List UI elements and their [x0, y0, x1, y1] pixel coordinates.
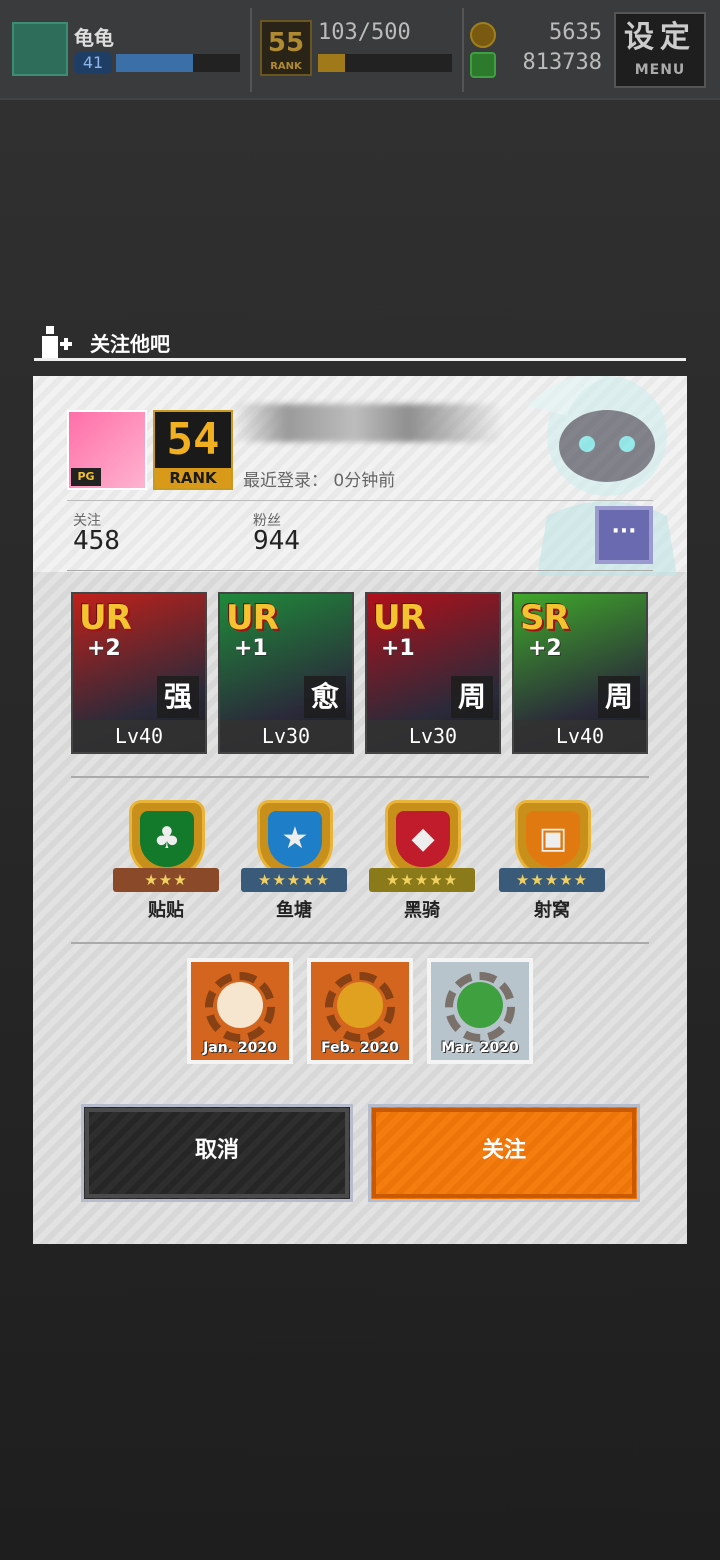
badge-date: Mar. 2020 — [441, 1040, 519, 1056]
followers-count: 944 — [253, 526, 300, 556]
user-name-redacted — [233, 404, 503, 442]
club-emblem-icon: ♣ — [140, 811, 194, 867]
club-stars: ★★★★★ — [385, 871, 459, 889]
dialog-title: 关注他吧 — [90, 332, 170, 356]
badge-emblem — [217, 982, 263, 1028]
card-level: Lv30 — [367, 720, 499, 752]
user-rank-badge: 54 RANK — [153, 410, 233, 490]
character-card[interactable]: SR +2 周 Lv40 — [512, 592, 648, 754]
card-level: Lv40 — [73, 720, 205, 752]
club-emblem-icon: ◆ — [396, 811, 450, 867]
club-shield: ▣ — [515, 800, 591, 878]
card-level: Lv40 — [514, 720, 646, 752]
exp-bar-fill — [116, 54, 193, 72]
rank-badge: 55 RANK — [260, 20, 312, 76]
top-status-bar: 龟龟 41 55 RANK 103/500 5635 813738 设定 MENU — [0, 0, 720, 100]
card-plus: +2 — [528, 636, 562, 661]
dialog-header: 关注他吧 — [34, 318, 686, 362]
divider — [71, 776, 649, 778]
card-rarity: UR — [79, 598, 132, 638]
gem-count: 813738 — [522, 50, 602, 75]
badge-date: Feb. 2020 — [321, 1040, 399, 1056]
stamina-text: 103/500 — [318, 20, 411, 45]
menu-button[interactable]: 设定 MENU — [614, 12, 706, 88]
card-attribute: 愈 — [304, 676, 346, 718]
card-rarity: UR — [373, 598, 426, 638]
club-badge[interactable]: ▣ ★★★★★ 射窝 — [497, 796, 607, 926]
club-name: 射窝 — [534, 900, 570, 921]
character-card[interactable]: UR +2 强 Lv40 — [71, 592, 207, 754]
header-underline — [34, 358, 686, 361]
badge-date: Jan. 2020 — [203, 1040, 277, 1056]
club-shield: ★ — [257, 800, 333, 878]
cancel-button[interactable]: 取消 — [81, 1104, 353, 1202]
card-attribute: 周 — [451, 676, 493, 718]
club-stars: ★★★ — [144, 871, 188, 889]
club-emblem-glyph: ★ — [281, 821, 309, 856]
card-rarity: UR — [226, 598, 279, 638]
coin-icon — [470, 22, 496, 48]
gem-icon — [470, 52, 496, 78]
club-badge[interactable]: ◆ ★★★★★ 黑骑 — [367, 796, 477, 926]
monthly-badge[interactable]: Jan. 2020 — [187, 958, 293, 1064]
club-shield: ♣ — [129, 800, 205, 878]
profile-section: PG 54 RANK 最近登录： 0分钟前 关注 458 粉丝 944 ··· — [33, 376, 687, 576]
follow-button[interactable]: 关注 — [368, 1104, 640, 1202]
card-plus: +1 — [234, 636, 268, 661]
divider — [67, 500, 653, 501]
stamina-bar-fill — [318, 54, 345, 72]
player-level: 41 — [74, 52, 112, 74]
club-emblem-glyph: ◆ — [411, 821, 435, 856]
club-emblem-icon: ★ — [268, 811, 322, 867]
card-attribute: 周 — [598, 676, 640, 718]
club-badge[interactable]: ★ ★★★★★ 鱼塘 — [239, 796, 349, 926]
card-attribute: 强 — [157, 676, 199, 718]
card-plus: +2 — [87, 636, 121, 661]
character-card[interactable]: UR +1 周 Lv30 — [365, 592, 501, 754]
badge-emblem — [337, 982, 383, 1028]
divider — [462, 8, 464, 92]
divider — [67, 570, 653, 571]
user-rank-number: 54 — [166, 414, 220, 465]
player-avatar[interactable] — [12, 22, 68, 76]
club-shield: ◆ — [385, 800, 461, 878]
divider — [250, 8, 252, 92]
last-login-text: 最近登录： 0分钟前 — [243, 471, 396, 491]
character-card[interactable]: UR +1 愈 Lv30 — [218, 592, 354, 754]
club-emblem-icon: ▣ — [526, 811, 580, 867]
club-name: 贴贴 — [148, 900, 184, 921]
card-level: Lv30 — [220, 720, 352, 752]
badge-emblem — [457, 982, 503, 1028]
rank-number: 55 — [267, 28, 305, 58]
divider — [71, 942, 649, 944]
club-name: 黑骑 — [404, 900, 440, 921]
monthly-badge[interactable]: Feb. 2020 — [307, 958, 413, 1064]
pg-badge: PG — [71, 468, 101, 486]
exp-bar — [116, 54, 240, 72]
add-person-icon — [42, 326, 72, 358]
menu-label-cn: 设定 — [624, 20, 696, 55]
club-emblem-glyph: ♣ — [153, 821, 181, 856]
player-name: 龟龟 — [74, 26, 114, 50]
club-badge[interactable]: ♣ ★★★ 贴贴 — [111, 796, 221, 926]
card-rarity: SR — [520, 598, 570, 638]
more-options-button[interactable]: ··· — [595, 506, 653, 564]
follow-dialog: PG 54 RANK 最近登录： 0分钟前 关注 458 粉丝 944 ··· … — [33, 376, 687, 1244]
club-stars: ★★★★★ — [515, 871, 589, 889]
club-stars: ★★★★★ — [257, 871, 331, 889]
user-avatar: PG — [67, 410, 147, 490]
stamina-bar — [318, 54, 452, 72]
monthly-badge[interactable]: Mar. 2020 — [427, 958, 533, 1064]
user-rank-label: RANK — [155, 468, 231, 488]
coin-count: 5635 — [549, 20, 602, 45]
club-emblem-glyph: ▣ — [538, 821, 568, 856]
card-plus: +1 — [381, 636, 415, 661]
menu-label-en: MENU — [634, 62, 686, 78]
following-count: 458 — [73, 526, 120, 556]
rank-label: RANK — [270, 61, 302, 72]
club-name: 鱼塘 — [276, 900, 312, 921]
